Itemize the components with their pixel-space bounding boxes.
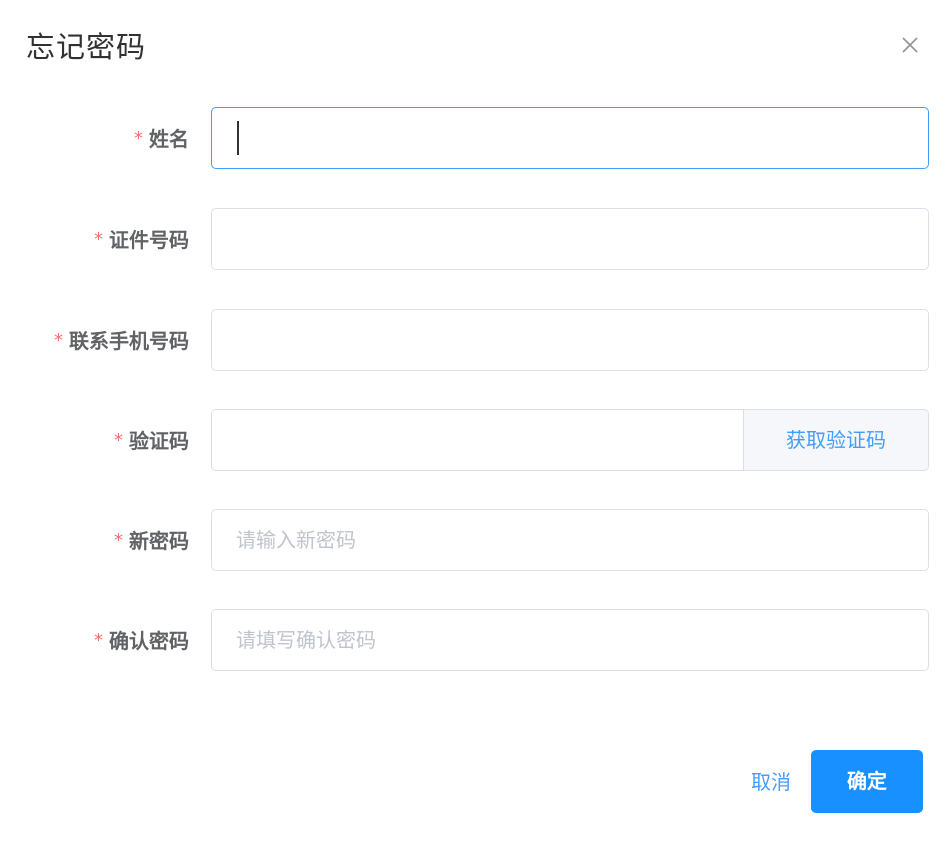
phone-input[interactable] bbox=[212, 310, 928, 370]
label-text: 证件号码 bbox=[109, 228, 189, 252]
id-number-input-wrapper bbox=[211, 208, 929, 270]
new-password-input-wrapper bbox=[211, 509, 929, 571]
required-mark: * bbox=[134, 128, 143, 149]
form-label-name: * 姓名 bbox=[134, 107, 189, 171]
form-label-verify-code: * 验证码 bbox=[114, 409, 189, 473]
form-item-phone: * 联系手机号码 bbox=[0, 309, 947, 373]
cancel-button[interactable]: 取消 bbox=[742, 752, 800, 812]
id-number-input[interactable] bbox=[212, 209, 928, 269]
verify-code-input-group: 获取验证码 bbox=[211, 409, 929, 471]
form-item-confirm-password: * 确认密码 bbox=[0, 609, 947, 673]
confirm-button[interactable]: 确定 bbox=[811, 750, 923, 813]
required-mark: * bbox=[94, 630, 103, 651]
new-password-input[interactable] bbox=[212, 510, 928, 570]
phone-input-wrapper bbox=[211, 309, 929, 371]
form-label-phone: * 联系手机号码 bbox=[54, 309, 189, 373]
name-input[interactable] bbox=[212, 108, 928, 168]
get-verify-code-button[interactable]: 获取验证码 bbox=[743, 410, 928, 470]
dialog-title: 忘记密码 bbox=[26, 30, 147, 64]
verify-code-input[interactable] bbox=[212, 410, 745, 470]
close-icon[interactable] bbox=[898, 33, 922, 57]
label-text: 确认密码 bbox=[109, 629, 189, 653]
required-mark: * bbox=[114, 430, 123, 451]
confirm-password-input[interactable] bbox=[212, 610, 928, 670]
required-mark: * bbox=[114, 530, 123, 551]
text-caret bbox=[237, 121, 239, 155]
forgot-password-dialog: 忘记密码 * 姓名 * 证件号码 * 联系手机号码 * 验证码 获取验证码 * … bbox=[0, 0, 947, 844]
confirm-password-input-wrapper bbox=[211, 609, 929, 671]
form-item-name: * 姓名 bbox=[0, 107, 947, 171]
form-item-new-password: * 新密码 bbox=[0, 509, 947, 573]
form-label-id-number: * 证件号码 bbox=[94, 208, 189, 272]
label-text: 验证码 bbox=[129, 429, 189, 453]
form-label-confirm-password: * 确认密码 bbox=[94, 609, 189, 673]
required-mark: * bbox=[54, 330, 63, 351]
form-item-id-number: * 证件号码 bbox=[0, 208, 947, 272]
form-label-new-password: * 新密码 bbox=[114, 509, 189, 573]
form-item-verify-code: * 验证码 获取验证码 bbox=[0, 409, 947, 473]
label-text: 联系手机号码 bbox=[69, 329, 189, 353]
required-mark: * bbox=[94, 229, 103, 250]
name-input-wrapper bbox=[211, 107, 929, 169]
label-text: 新密码 bbox=[129, 529, 189, 553]
label-text: 姓名 bbox=[149, 127, 189, 151]
